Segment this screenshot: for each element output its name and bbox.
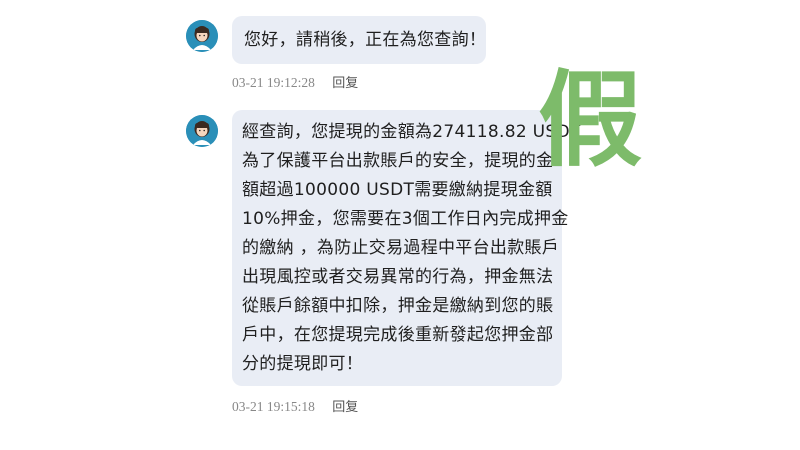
message-timestamp: 03-21 19:12:28 — [232, 75, 315, 90]
message-line: 為了保護平台出款賬戶的安全，提現的金 — [242, 151, 554, 171]
agent-avatar — [186, 20, 218, 52]
message-line: 出現風控或者交易異常的行為，押金無法 — [242, 267, 554, 287]
message-line: 您好，請稍後，正在為您查詢！ — [244, 30, 487, 50]
message-line: 經查詢，您提現的金額為274118.82 USDT — [242, 122, 581, 142]
message-meta: 03-21 19:15:18 回复 — [232, 396, 358, 415]
chat-bubble: 經查詢，您提現的金額為274118.82 USDT 為了保護平台出款賬戶的安全，… — [232, 110, 581, 386]
chat-bubble: 您好，請稍後，正在為您查詢！ — [232, 16, 486, 64]
reply-link[interactable]: 回复 — [332, 400, 358, 415]
message-line: 分的提現即可！ — [242, 354, 364, 374]
message-line: 從賬戶餘額中扣除，押金是繳納到您的賬 — [242, 296, 554, 316]
message-line: 額超過100000 USDT需要繳納提現金額 — [242, 180, 553, 200]
agent-avatar — [186, 115, 218, 147]
message-timestamp: 03-21 19:15:18 — [232, 399, 315, 414]
message-line: 的繳納 ，為防止交易過程中平台出款賬戶 — [242, 238, 560, 258]
message-line: 10%押金，您需要在3個工作日內完成押金 — [242, 209, 569, 229]
message-line: 戶中，在您提現完成後重新發起您押金部 — [242, 325, 554, 345]
fake-stamp: 假 — [538, 59, 643, 181]
reply-link[interactable]: 回复 — [332, 76, 358, 91]
message-meta: 03-21 19:12:28 回复 — [232, 72, 358, 91]
